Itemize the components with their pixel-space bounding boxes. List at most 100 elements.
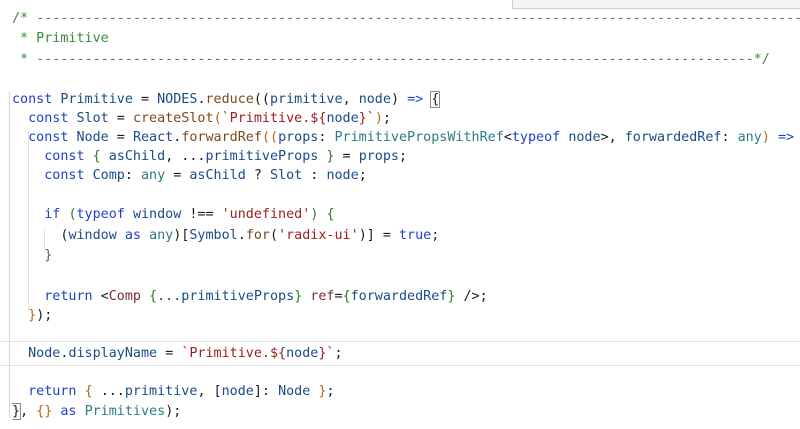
- code-token: >,: [600, 130, 625, 145]
- code-token: for: [245, 228, 270, 243]
- code-token: * --------------------------------------…: [12, 52, 770, 67]
- code-token: }: [12, 403, 22, 420]
- code-token: ): [310, 207, 327, 222]
- code-token: return: [12, 384, 85, 399]
- code-line: * Primitive: [12, 29, 800, 48]
- code-token: ;: [334, 346, 343, 361]
- code-token: ref: [310, 289, 335, 304]
- code-token: }: [318, 149, 335, 164]
- code-token: forwardRef: [181, 130, 262, 145]
- code-token: const: [12, 111, 77, 126]
- code-token: NODES: [157, 92, 198, 107]
- code-token: ]:: [253, 384, 279, 399]
- code-token: =>: [407, 92, 424, 107]
- code-token: Slot: [270, 168, 303, 183]
- code-editor[interactable]: /* -------------------------------------…: [0, 0, 800, 429]
- code-token: }: [294, 289, 311, 304]
- code-token: any: [737, 130, 762, 145]
- code-token: , ...: [165, 149, 206, 164]
- code-token: .: [197, 92, 206, 107]
- code-token: :: [302, 168, 327, 183]
- code-token: node: [358, 92, 391, 107]
- code-token: asChild: [189, 168, 246, 183]
- code-line: }, {} as Primitives);: [12, 402, 800, 421]
- code-token: , [: [197, 384, 222, 399]
- code-token: {: [92, 149, 109, 164]
- code-line: if (typeof window !== 'undefined') {: [12, 205, 800, 224]
- code-token: {: [342, 289, 351, 304]
- code-token: (: [68, 207, 77, 222]
- code-token: `Primitive.${: [221, 111, 327, 126]
- code-token: (: [12, 228, 69, 243]
- code-token: }: [12, 308, 37, 323]
- code-token: const: [12, 130, 77, 145]
- code-token: {: [141, 289, 158, 304]
- code-token: * Primitive: [12, 31, 109, 46]
- code-token: React: [132, 130, 174, 145]
- code-token: ): [390, 92, 408, 107]
- code-line: const { asChild, ...primitiveProps } = p…: [12, 147, 800, 166]
- code-token: );: [165, 404, 182, 419]
- code-token: Primitive: [60, 92, 133, 107]
- code-line: return { ...primitive, [node]: Node };: [12, 382, 800, 401]
- code-token: ;: [326, 384, 335, 399]
- code-token: primitive: [124, 384, 198, 399]
- code-token: Primitives: [84, 404, 166, 419]
- code-token: />: [455, 289, 480, 304]
- code-token: ...: [100, 384, 125, 399]
- code-token: =: [108, 130, 133, 145]
- code-line: const Node = React.forwardRef((props: Pr…: [12, 128, 800, 147]
- code-token: const: [12, 149, 93, 164]
- code-token: {}: [36, 404, 53, 419]
- code-token: ((: [261, 130, 279, 145]
- code-token: ;: [479, 289, 488, 304]
- code-token: any: [141, 168, 166, 183]
- code-token: node: [568, 130, 601, 145]
- code-token: .: [237, 228, 246, 243]
- code-token: =: [132, 92, 158, 107]
- code-token: const: [12, 168, 93, 183]
- code-token: ----------------------------------------…: [36, 11, 800, 26]
- code-token: Node: [278, 384, 311, 399]
- code-token: node: [286, 346, 319, 361]
- code-token: =: [165, 168, 190, 183]
- code-token: Symbol: [189, 228, 238, 243]
- code-token: {: [326, 207, 335, 222]
- code-token: primitive: [270, 92, 343, 107]
- code-token: forwardedRef: [624, 130, 722, 145]
- code-token: reduce: [205, 92, 254, 107]
- code-token: }: [12, 248, 53, 263]
- code-token: =: [108, 111, 133, 126]
- code-token: const: [12, 92, 61, 107]
- code-token: )[: [173, 228, 190, 243]
- code-token: ;: [399, 149, 408, 164]
- code-token: createSlot: [132, 111, 214, 126]
- code-token: =: [157, 346, 182, 361]
- code-token: forwardedRef: [350, 289, 448, 304]
- code-token: return: [12, 289, 101, 304]
- code-token: `Primitive.${: [181, 346, 287, 361]
- code-token: ,: [342, 92, 359, 107]
- code-token: <: [503, 130, 512, 145]
- code-token: node: [221, 384, 254, 399]
- code-line: return <Comp {...primitiveProps} ref={fo…: [12, 287, 800, 306]
- code-token: as: [116, 228, 150, 243]
- code-token: }`: [318, 346, 335, 361]
- code-token: <: [100, 289, 109, 304]
- code-token: (: [270, 228, 279, 243]
- code-line: const Comp: any = asChild ? Slot : node;: [12, 166, 800, 185]
- code-token: :: [318, 130, 335, 145]
- code-token: asChild: [108, 149, 166, 164]
- code-token: }`: [358, 111, 375, 126]
- code-token: }: [310, 384, 327, 399]
- code-line: const Primitive = NODES.reduce((primitiv…: [12, 90, 800, 109]
- code-token: ): [761, 130, 778, 145]
- code-line: Node.displayName = `Primitive.${node}`;: [12, 344, 800, 363]
- code-token: Slot: [76, 111, 109, 126]
- code-token: ...primitiveProps: [157, 289, 295, 304]
- code-token: {: [84, 384, 101, 399]
- code-token: ?: [245, 168, 270, 183]
